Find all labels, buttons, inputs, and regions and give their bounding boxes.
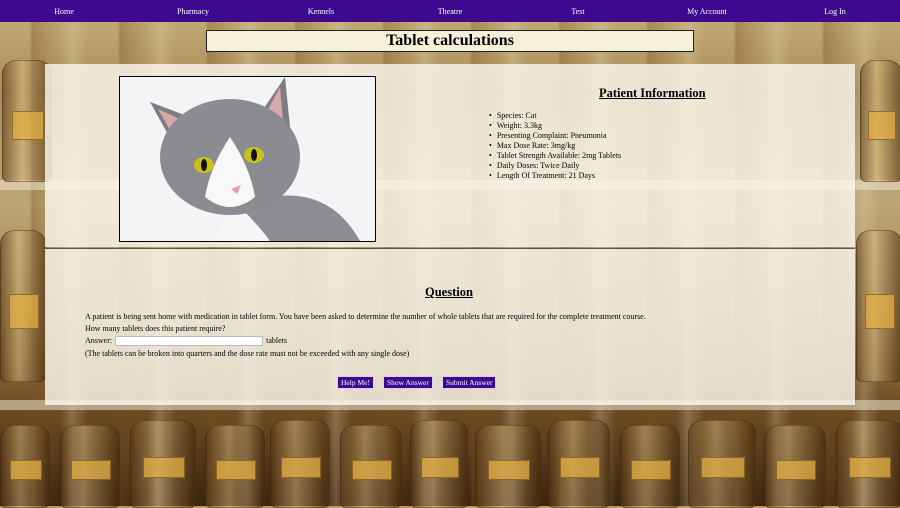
patient-complaint: Presenting Complaint: Pneumonia bbox=[489, 131, 621, 141]
cat-image bbox=[120, 77, 375, 241]
answer-input[interactable] bbox=[115, 336, 264, 347]
nav-log-in-link[interactable]: Log In bbox=[824, 7, 846, 16]
patient-weight: Weight: 3.3kg bbox=[489, 121, 621, 131]
nav-kennels-link[interactable]: Kennels bbox=[308, 7, 334, 16]
patient-photo bbox=[119, 76, 376, 242]
question-prompt: How many tablets does this patient requi… bbox=[85, 324, 226, 333]
question-text: A patient is being sent home with medica… bbox=[85, 312, 646, 321]
question-heading: Question bbox=[425, 285, 473, 299]
nav-my-account-link[interactable]: My Account bbox=[687, 7, 727, 16]
patient-info-heading: Patient Information bbox=[599, 86, 706, 100]
nav-theatre-link[interactable]: Theatre bbox=[438, 7, 462, 16]
patient-species: Species: Cat bbox=[489, 111, 621, 121]
submit-answer-button[interactable]: Submit Answer bbox=[442, 376, 497, 389]
patient-info-list: Species: Cat Weight: 3.3kg Presenting Co… bbox=[489, 111, 621, 181]
patient-treatment-length: Length Of Treatment: 21 Days bbox=[489, 171, 621, 181]
answer-unit: tablets bbox=[266, 336, 287, 345]
answer-row: Answer: tablets bbox=[85, 336, 287, 347]
help-me-button[interactable]: Help Me! bbox=[337, 376, 374, 389]
nav-pharmacy-link[interactable]: Pharmacy bbox=[177, 7, 209, 16]
question-note: (The tablets can be broken into quarters… bbox=[85, 349, 410, 358]
nav-test-link[interactable]: Test bbox=[571, 7, 584, 16]
page-title: Tablet calculations bbox=[206, 30, 694, 52]
show-answer-button[interactable]: Show Answer bbox=[383, 376, 433, 389]
top-nav: Home Pharmacy Kennels Theatre Test My Ac… bbox=[0, 0, 900, 22]
nav-home-link[interactable]: Home bbox=[54, 7, 74, 16]
patient-max-dose: Max Dose Rate: 3mg/kg bbox=[489, 141, 621, 151]
patient-panel: Patient Information Species: Cat Weight:… bbox=[45, 64, 855, 247]
answer-label: Answer: bbox=[85, 336, 113, 345]
question-panel: Question A patient is being sent home wi… bbox=[45, 248, 855, 405]
patient-daily-doses: Daily Doses: Twice Daily bbox=[489, 161, 621, 171]
patient-tablet-strength: Tablet Strength Available: 2mg Tablets bbox=[489, 151, 621, 161]
